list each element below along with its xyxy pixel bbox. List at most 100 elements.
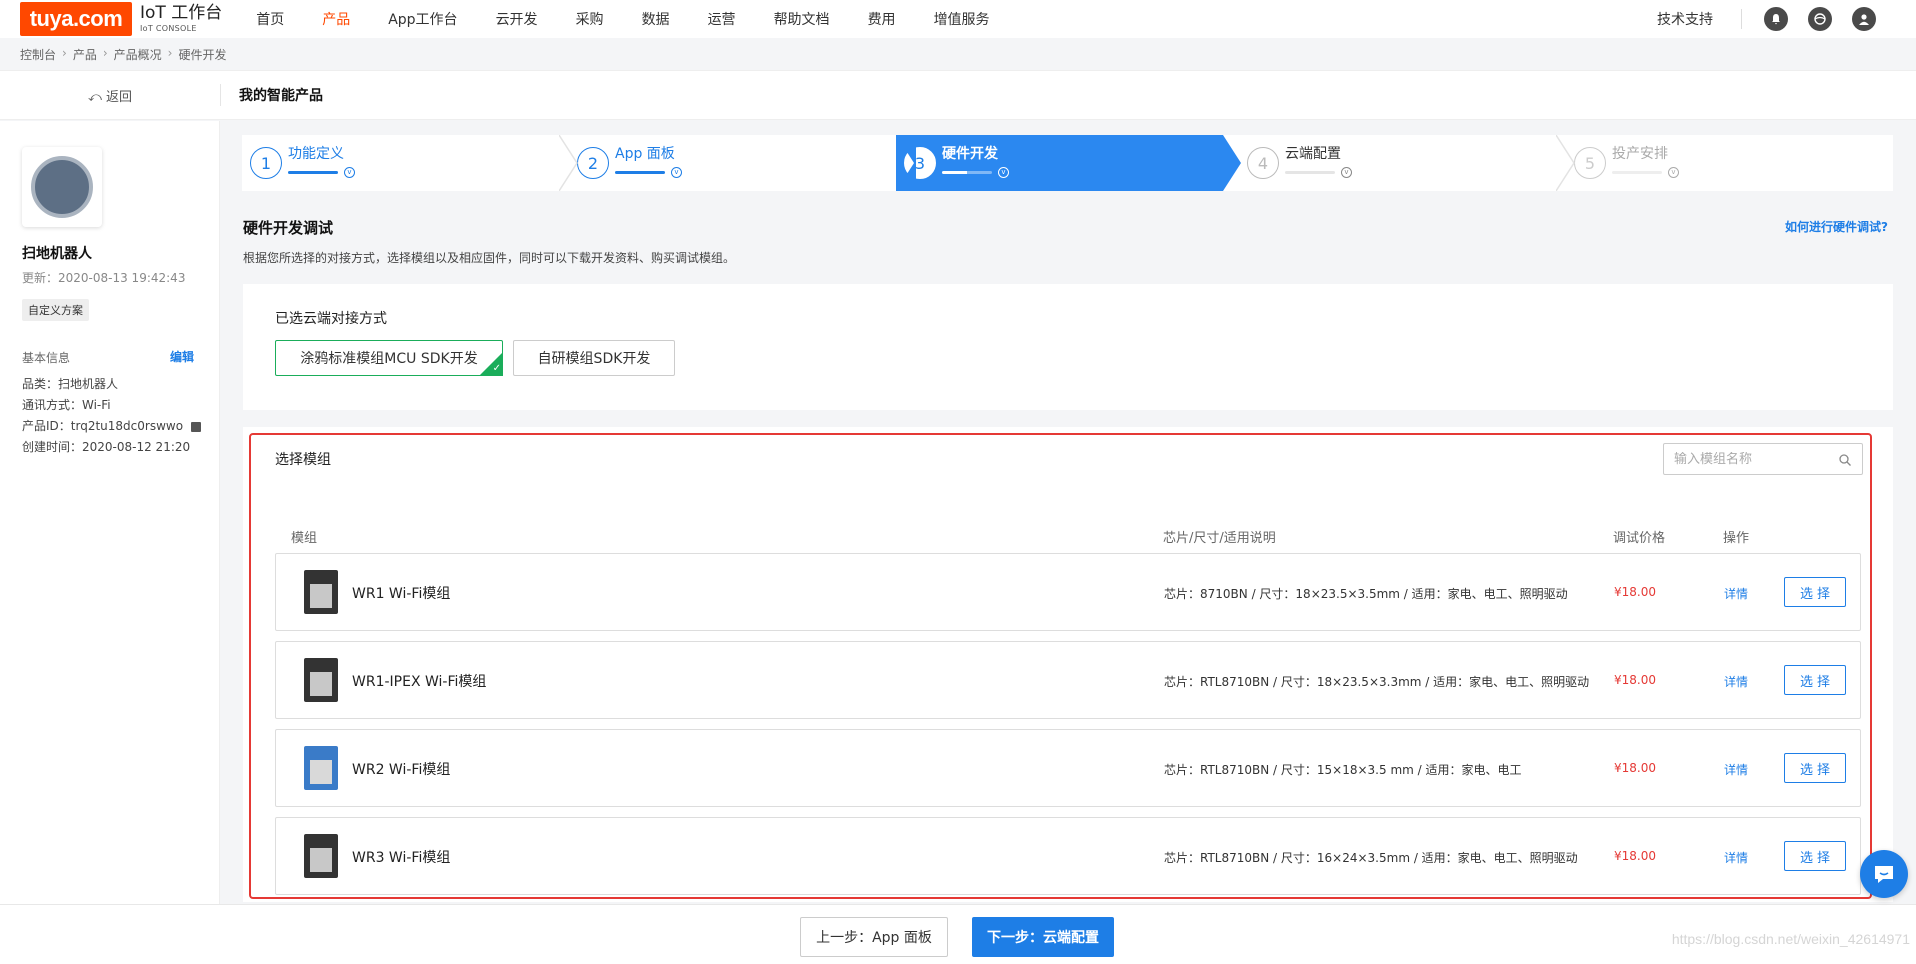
module-detail-link[interactable]: 详情 xyxy=(1724,585,1748,602)
edit-link[interactable]: 编辑 xyxy=(170,348,194,365)
module-price: ¥18.00 xyxy=(1614,673,1656,687)
nav-item-fees[interactable]: 费用 xyxy=(868,9,896,29)
module-selection-panel: 选择模组 模组 芯片/尺寸/适用说明 调试价格 操作 WR1 Wi-Fi模组 芯… xyxy=(243,427,1893,902)
step-label: 投产安排 xyxy=(1612,145,1668,162)
nav-item-cloud-dev[interactable]: 云开发 xyxy=(496,9,538,29)
tech-support-link[interactable]: 技术支持 xyxy=(1657,9,1713,29)
sub-header: ⤺ 返回 我的智能产品 xyxy=(0,70,1916,120)
step-number: 5 xyxy=(1574,147,1606,179)
nav-item-operation[interactable]: 运营 xyxy=(708,9,736,29)
nav-item-value-added[interactable]: 增值服务 xyxy=(934,9,990,29)
module-spec: 芯片：RTL8710BN / 尺寸：18×23.5×3.3mm / 适用：家电、… xyxy=(1164,675,1590,689)
nav-item-home[interactable]: 首页 xyxy=(256,9,284,29)
watermark: https://blog.csdn.net/weixin_42614971 xyxy=(1671,931,1910,947)
module-detail-link[interactable]: 详情 xyxy=(1724,673,1748,690)
module-detail-link[interactable]: 详情 xyxy=(1724,761,1748,778)
option-label: 自研模组SDK开发 xyxy=(537,351,651,367)
step-number: 2 xyxy=(577,147,609,179)
option-custom-sdk[interactable]: 自研模组SDK开发 xyxy=(513,340,675,376)
tuya-logo[interactable]: tuya.com xyxy=(20,2,132,36)
breadcrumb-product[interactable]: 产品 xyxy=(73,46,97,63)
copy-icon[interactable] xyxy=(190,421,201,432)
chevron-down-icon[interactable]: v xyxy=(671,166,682,178)
module-spec: 芯片：8710BN / 尺寸：18×23.5×3.5mm / 适用：家电、电工、… xyxy=(1164,587,1568,601)
option-tuya-mcu-sdk[interactable]: 涂鸦标准模组MCU SDK开发 ✓ xyxy=(275,340,503,376)
product-category: 品类：扫地机器人 xyxy=(22,377,119,391)
module-search xyxy=(1663,443,1863,475)
table-row: WR3 Wi-Fi模组 芯片：RTL8710BN / 尺寸：16×24×3.5m… xyxy=(275,817,1861,895)
user-avatar-icon[interactable] xyxy=(1852,7,1876,31)
nav-item-app-workbench[interactable]: App工作台 xyxy=(388,9,457,29)
step-label: 云端配置 xyxy=(1285,145,1341,162)
module-search-input[interactable] xyxy=(1674,451,1834,467)
step-function-definition[interactable]: 1 功能定义 v xyxy=(242,135,578,191)
breadcrumb-overview[interactable]: 产品概况 xyxy=(114,46,162,63)
top-right-tools: 技术支持 xyxy=(1657,0,1876,38)
step-production[interactable]: 5 投产安排 v xyxy=(1566,135,1893,191)
module-price: ¥18.00 xyxy=(1614,585,1656,599)
solution-badge: 自定义方案 xyxy=(22,299,89,321)
breadcrumb: 控制台 › 产品 › 产品概况 › 硬件开发 xyxy=(20,46,227,63)
chevron-down-icon[interactable]: v xyxy=(344,166,355,178)
module-spec: 芯片：RTL8710BN / 尺寸：15×18×3.5 mm / 适用：家电、电… xyxy=(1164,763,1522,777)
breadcrumb-hardware: 硬件开发 xyxy=(178,48,227,62)
section-title: 硬件开发调试 xyxy=(243,219,334,237)
module-name: WR3 Wi-Fi模组 xyxy=(352,850,451,866)
next-step-button[interactable]: 下一步：云端配置 xyxy=(972,917,1114,957)
console-title: IoT 工作台 IoT CONSOLE xyxy=(140,5,222,33)
prev-step-button[interactable]: 上一步：App 面板 xyxy=(800,917,948,957)
back-button[interactable]: ⤺ 返回 xyxy=(0,86,220,105)
step-progress-bar xyxy=(1285,170,1335,174)
module-image xyxy=(304,834,338,878)
step-divider xyxy=(1223,135,1241,191)
chevron-down-icon[interactable]: v xyxy=(998,166,1009,178)
module-select-button[interactable]: 选择 xyxy=(1784,841,1846,871)
hardware-help-link[interactable]: 如何进行硬件调试? xyxy=(1785,218,1888,235)
module-name: WR1-IPEX Wi-Fi模组 xyxy=(352,674,487,690)
module-price: ¥18.00 xyxy=(1614,761,1656,775)
product-image xyxy=(22,147,102,227)
module-detail-link[interactable]: 详情 xyxy=(1724,849,1748,866)
cloud-method-panel: 已选云端对接方式 涂鸦标准模组MCU SDK开发 ✓ 自研模组SDK开发 xyxy=(243,284,1893,410)
chevron-down-icon[interactable]: v xyxy=(1341,166,1352,178)
step-hardware-dev[interactable]: 3 硬件开发 v xyxy=(896,135,1241,191)
main-nav: 首页 产品 App工作台 云开发 采购 数据 运营 帮助文档 费用 增值服务 xyxy=(256,9,1027,29)
bell-icon[interactable] xyxy=(1764,7,1788,31)
nav-item-product[interactable]: 产品 xyxy=(322,9,350,29)
module-section-title: 选择模组 xyxy=(275,452,331,468)
chevron-down-icon[interactable]: v xyxy=(1668,166,1679,178)
table-row: WR1 Wi-Fi模组 芯片：8710BN / 尺寸：18×23.5×3.5mm… xyxy=(275,553,1861,631)
column-header-price: 调试价格 xyxy=(1613,531,1666,546)
step-progress-bar xyxy=(942,170,992,174)
breadcrumb-console[interactable]: 控制台 xyxy=(20,46,56,63)
product-id-text: 产品ID：trq2tu18dc0rswwo xyxy=(22,419,184,433)
module-name: WR2 Wi-Fi模组 xyxy=(352,762,451,778)
globe-icon[interactable] xyxy=(1808,7,1832,31)
step-progress-bar xyxy=(1612,170,1662,174)
module-name: WR1 Wi-Fi模组 xyxy=(352,586,451,602)
console-subtitle-text: IoT CONSOLE xyxy=(140,24,197,33)
step-divider xyxy=(896,135,916,191)
module-select-button[interactable]: 选择 xyxy=(1784,753,1846,783)
chat-support-button[interactable] xyxy=(1860,850,1908,898)
nav-item-help-docs[interactable]: 帮助文档 xyxy=(774,9,830,29)
step-cloud-config[interactable]: 4 云端配置 v xyxy=(1223,135,1575,191)
step-number: 1 xyxy=(250,147,282,179)
nav-item-data[interactable]: 数据 xyxy=(642,9,670,29)
footer-actions: 上一步：App 面板 下一步：云端配置 https://blog.csdn.ne… xyxy=(0,904,1916,964)
step-app-panel[interactable]: 2 App 面板 v xyxy=(569,135,916,191)
module-select-button[interactable]: 选择 xyxy=(1784,665,1846,695)
product-comm: 通讯方式：Wi-Fi xyxy=(22,398,111,412)
back-arrow-icon: ⤺ xyxy=(87,89,106,105)
logo-text: tuya.com xyxy=(29,6,123,31)
step-number: 4 xyxy=(1247,147,1279,179)
top-navbar: tuya.com IoT 工作台 IoT CONSOLE 首页 产品 App工作… xyxy=(0,0,1916,38)
nav-item-purchase[interactable]: 采购 xyxy=(576,9,604,29)
module-image xyxy=(304,746,338,790)
module-image xyxy=(304,658,338,702)
column-header-spec: 芯片/尺寸/适用说明 xyxy=(1163,531,1276,546)
basic-info-label: 基本信息 xyxy=(22,351,71,365)
column-header-module: 模组 xyxy=(291,531,318,546)
module-select-button[interactable]: 选择 xyxy=(1784,577,1846,607)
search-icon[interactable] xyxy=(1838,453,1852,467)
